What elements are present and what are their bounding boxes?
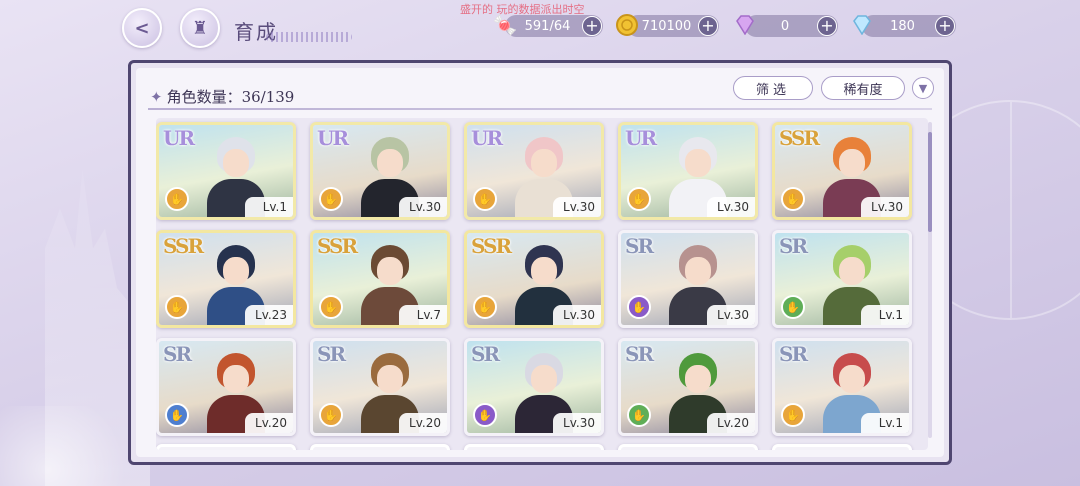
level-label: Lv.1 (861, 413, 909, 433)
level-label: Lv.30 (553, 197, 601, 217)
level-label: Lv.30 (553, 305, 601, 325)
level-label: Lv.30 (707, 305, 755, 325)
character-card[interactable]: UR ✋ Lv.30 (618, 122, 758, 220)
element-icon: ✋ (473, 295, 497, 319)
element-icon: ✋ (319, 187, 343, 211)
rarity-badge: SR (317, 342, 346, 366)
element-icon: ✋ (319, 403, 343, 427)
rarity-badge: UR (317, 126, 349, 150)
element-icon: ✋ (781, 187, 805, 211)
scroll-thumb[interactable] (928, 132, 932, 232)
character-card[interactable]: UR ✋ Lv.30 (310, 122, 450, 220)
character-card-partial[interactable] (618, 444, 758, 450)
rarity-badge: SSR (471, 234, 512, 258)
rarity-badge: SR (779, 342, 808, 366)
grid-scrollbar[interactable] (928, 122, 932, 438)
rarity-badge: SR (779, 234, 808, 258)
character-card[interactable]: SSR ✋ Lv.30 (772, 122, 912, 220)
element-icon: ✋ (627, 403, 651, 427)
character-card[interactable]: SSR ✋ Lv.23 (156, 230, 296, 328)
back-button[interactable]: < (122, 8, 162, 48)
rarity-sort-button[interactable]: 稀有度 (821, 76, 905, 100)
currency-coin: 710100 + (616, 14, 719, 37)
add-coin-button[interactable]: + (698, 16, 718, 36)
level-label: Lv.1 (245, 197, 293, 217)
character-card[interactable]: UR ✋ Lv.1 (156, 122, 296, 220)
level-label: Lv.7 (399, 305, 447, 325)
home-button[interactable]: ♜ (180, 8, 220, 48)
character-card[interactable]: SSR ✋ Lv.30 (464, 230, 604, 328)
castle-home-icon: ♜ (191, 17, 209, 39)
rarity-badge: SSR (317, 234, 358, 258)
element-icon: ✋ (627, 187, 651, 211)
character-card-partial[interactable] (156, 444, 296, 450)
character-count-label: 角色数量：36/139 (166, 88, 295, 106)
character-card[interactable]: SR ✋ Lv.1 (772, 230, 912, 328)
filter-button[interactable]: 筛选 (733, 76, 813, 100)
sparkle-icon: ✦ (150, 88, 163, 106)
level-label: Lv.20 (245, 413, 293, 433)
character-count: ✦ 角色数量：36/139 (150, 86, 294, 107)
level-label: Lv.1 (861, 305, 909, 325)
add-blue-gem-button[interactable]: + (935, 16, 955, 36)
rarity-badge: UR (163, 126, 195, 150)
rarity-badge: SR (625, 234, 654, 258)
currency-blue-gem: 180 + (853, 15, 956, 37)
character-card[interactable]: SR ✋ Lv.30 (618, 230, 758, 328)
character-card-partial[interactable] (772, 444, 912, 450)
level-label: Lv.30 (861, 197, 909, 217)
character-card[interactable]: UR ✋ Lv.30 (464, 122, 604, 220)
currency-pink-gem: 0 + (736, 15, 838, 37)
character-card-partial[interactable] (310, 444, 450, 450)
character-card[interactable]: SR ✋ Lv.20 (310, 338, 450, 436)
element-icon: ✋ (473, 187, 497, 211)
level-label: Lv.20 (707, 413, 755, 433)
level-label: Lv.23 (245, 305, 293, 325)
sort-toggle-icon: ▼ (918, 81, 928, 95)
header-divider (148, 108, 932, 110)
character-card[interactable]: SSR ✋ Lv.7 (310, 230, 450, 328)
rarity-badge: SR (163, 342, 192, 366)
element-icon: ✋ (781, 403, 805, 427)
character-card[interactable]: SR ✋ Lv.20 (156, 338, 296, 436)
element-icon: ✋ (165, 187, 189, 211)
rarity-badge: UR (625, 126, 657, 150)
character-card[interactable]: SR ✋ Lv.20 (618, 338, 758, 436)
element-icon: ✋ (627, 295, 651, 319)
rarity-badge: SSR (163, 234, 204, 258)
rarity-badge: UR (471, 126, 503, 150)
panel-inner: ✦ 角色数量：36/139 筛选 稀有度 ▼ UR ✋ Lv.1 UR ✋ Lv.30 UR ✋… (136, 68, 944, 457)
character-card[interactable]: SR ✋ Lv.30 (464, 338, 604, 436)
character-panel: ✦ 角色数量：36/139 筛选 稀有度 ▼ UR ✋ Lv.1 UR ✋ Lv.30 UR ✋… (128, 60, 952, 465)
rarity-badge: SSR (779, 126, 820, 150)
add-pink-gem-button[interactable]: + (817, 16, 837, 36)
character-grid[interactable]: UR ✋ Lv.1 UR ✋ Lv.30 UR ✋ Lv.30 UR ✋ Lv.30 SSR ✋ Lv.30… (156, 118, 928, 450)
title-decoration (266, 32, 352, 42)
element-icon: ✋ (473, 403, 497, 427)
blue-diamond-icon (848, 11, 876, 39)
sort-order-button[interactable]: ▼ (912, 77, 934, 99)
add-candy-button[interactable]: + (582, 16, 602, 36)
back-arrow-icon: < (134, 17, 150, 39)
element-icon: ✋ (165, 403, 189, 427)
rarity-badge: SR (471, 342, 500, 366)
gold-coin-icon (613, 11, 641, 39)
candy-icon: 🍬 (492, 13, 518, 37)
character-card[interactable]: SR ✋ Lv.1 (772, 338, 912, 436)
currency-candy: 🍬 591/64 + (493, 13, 603, 37)
character-card-partial[interactable] (464, 444, 604, 450)
element-icon: ✋ (319, 295, 343, 319)
level-label: Lv.30 (553, 413, 601, 433)
element-icon: ✋ (781, 295, 805, 319)
level-label: Lv.20 (399, 413, 447, 433)
pink-diamond-icon (731, 11, 759, 39)
element-icon: ✋ (165, 295, 189, 319)
level-label: Lv.30 (399, 197, 447, 217)
level-label: Lv.30 (707, 197, 755, 217)
rarity-badge: SR (625, 342, 654, 366)
